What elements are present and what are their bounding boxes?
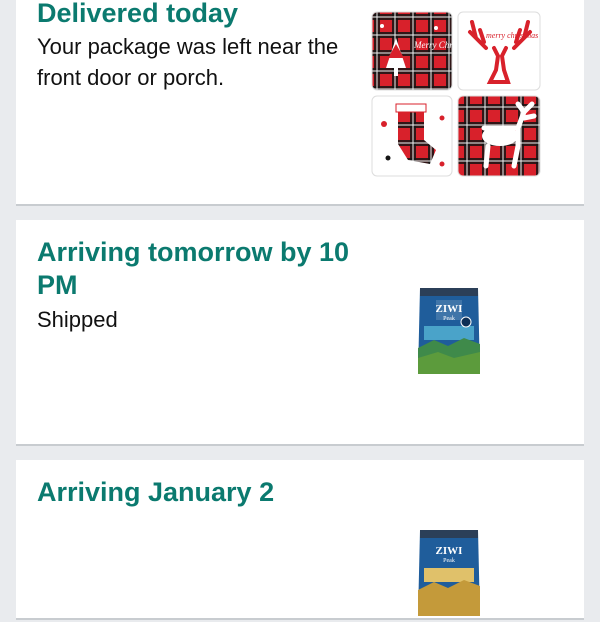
bag-subbrand-text: Peak xyxy=(443,316,455,322)
bag-brand-text: ZIWI xyxy=(436,545,463,557)
product-image-pet-food-bag[interactable]: ZIWI Peak xyxy=(414,282,484,380)
shipment-card-delivered[interactable]: Delivered today Your package was left ne… xyxy=(16,0,584,206)
product-image-pillow-covers[interactable]: Merry Christmas merry christmas xyxy=(368,8,548,180)
shipment-status: Delivered today xyxy=(37,0,239,28)
shipment-detail: Shipped xyxy=(37,307,118,332)
pillow-script-text: merry christmas xyxy=(486,31,538,40)
bag-brand-text: ZIWI xyxy=(436,303,463,315)
product-image-pet-food-bag[interactable]: ZIWI Peak xyxy=(414,524,484,622)
shipment-card-arriving-tomorrow[interactable]: Arriving tomorrow by 10 PM Shipped ZIWI … xyxy=(16,220,584,446)
bag-subbrand-text: Peak xyxy=(443,558,455,564)
shipment-status: Arriving January 2 xyxy=(37,477,275,507)
shipment-detail: Your package was left near the front doo… xyxy=(37,34,339,90)
shipment-status: Arriving tomorrow by 10 PM xyxy=(37,237,350,300)
shipment-card-arriving-january[interactable]: Arriving January 2 ZIWI Peak xyxy=(16,460,584,620)
